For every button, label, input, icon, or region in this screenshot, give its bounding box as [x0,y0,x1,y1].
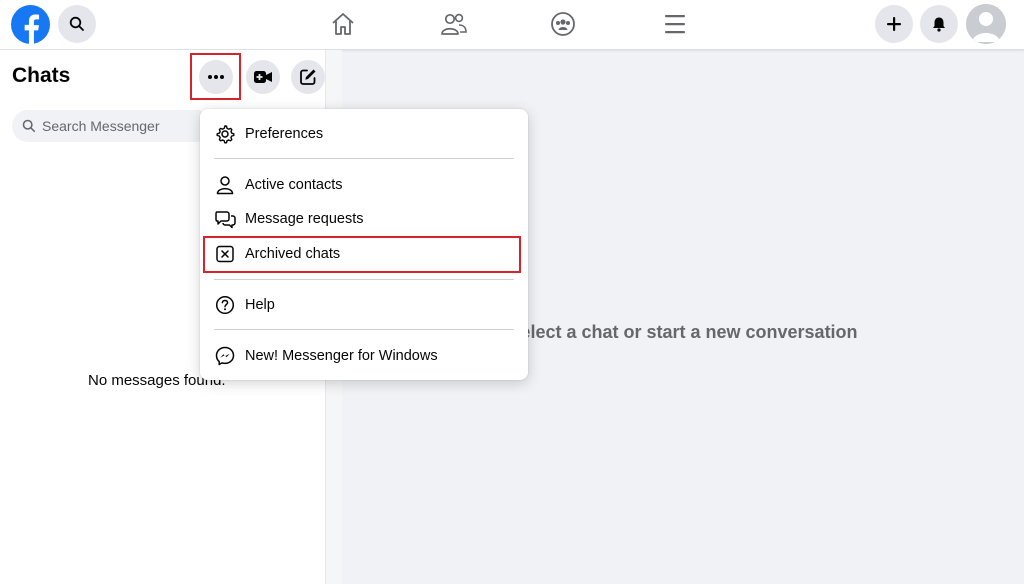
compose-icon [300,69,316,85]
bell-icon [933,17,945,32]
help-icon [214,294,236,316]
search-icon [69,16,84,31]
more-button-highlight [190,53,241,100]
menu-divider [214,329,514,330]
menu-item-label: Message requests [245,211,364,227]
menu-divider [214,279,514,280]
menu-item-preferences[interactable]: Preferences [208,117,520,151]
menu-item-active-contacts[interactable]: Active contacts [208,168,520,202]
profile-placeholder-icon [966,4,1006,44]
menu-item-label: Active contacts [245,177,343,193]
menu-item-label: Help [245,297,275,313]
gear-icon [214,123,236,145]
groups-icon[interactable] [549,10,577,38]
chats-title: Chats [12,64,71,87]
chat-bubbles-icon [214,208,236,230]
new-room-button[interactable] [246,60,280,94]
top-navigation-bar [0,0,1024,50]
search-icon [22,119,36,133]
search-button[interactable] [58,5,96,43]
home-icon[interactable] [329,10,357,38]
search-placeholder: Search Messenger [42,118,160,134]
person-icon [214,174,236,196]
search-messenger-input[interactable]: Search Messenger [12,110,212,142]
menu-item-message-requests[interactable]: Message requests [208,202,520,236]
archived-chats-highlight [203,236,521,273]
video-camera-icon [254,71,272,83]
plus-icon [887,17,901,31]
create-button[interactable] [875,5,913,43]
menu-item-label: Preferences [245,126,324,142]
friends-icon[interactable] [440,10,468,38]
menu-item-label: New! Messenger for Windows [245,348,438,364]
new-message-button[interactable] [291,60,325,94]
menu-item-help[interactable]: Help [208,288,520,322]
avatar[interactable] [966,4,1006,44]
menu-icon[interactable] [661,10,689,38]
messenger-icon [214,345,236,367]
facebook-logo-icon[interactable] [11,5,50,44]
menu-item-messenger-windows[interactable]: New! Messenger for Windows [208,339,520,373]
notifications-button[interactable] [920,5,958,43]
menu-divider [214,158,514,159]
